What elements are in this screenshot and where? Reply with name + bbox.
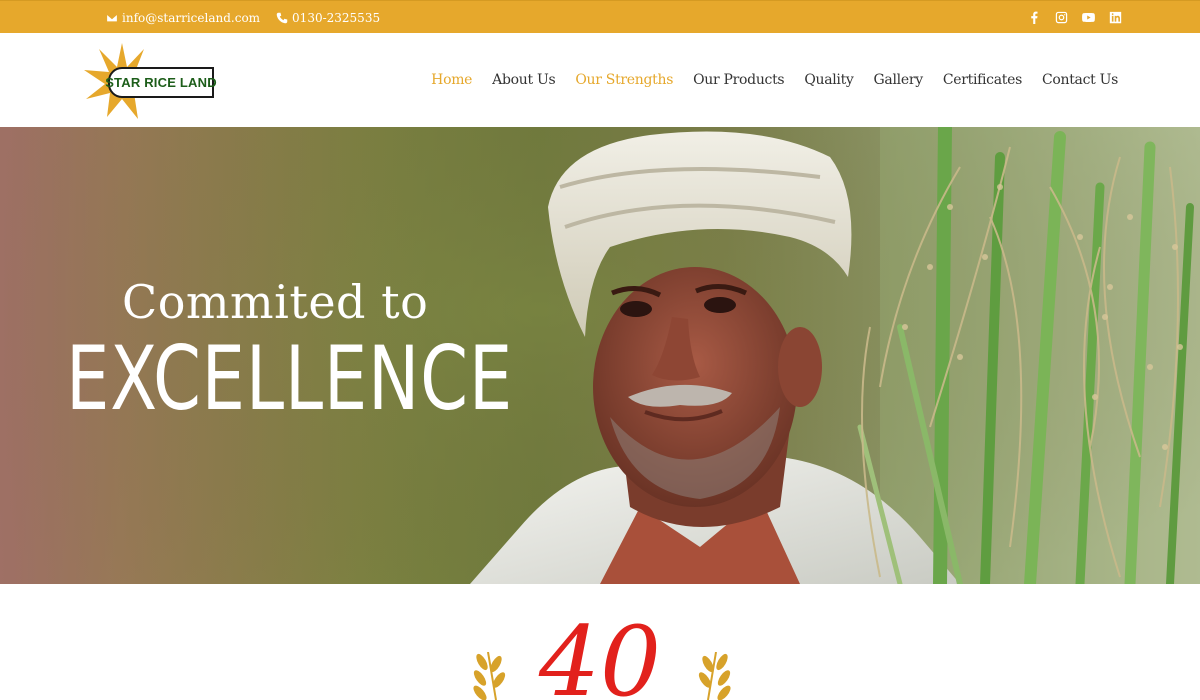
social-links: [1028, 1, 1122, 34]
wheat-laurel-icon: [473, 652, 506, 700]
nav-home[interactable]: Home: [431, 72, 472, 88]
email-text: info@starriceland.com: [122, 10, 261, 25]
linkedin-link[interactable]: [1109, 11, 1122, 24]
years-section: 40: [0, 584, 1200, 700]
contact-info: info@starriceland.com 0130-2325535: [106, 1, 380, 34]
nav-certificates[interactable]: Certificates: [943, 72, 1022, 88]
facebook-icon: [1031, 11, 1038, 24]
nav-our-products[interactable]: Our Products: [693, 72, 785, 88]
instagram-link[interactable]: [1055, 11, 1068, 24]
phone-icon: [276, 12, 288, 23]
hero-heading-line-2: EXCELLENCE: [66, 327, 513, 430]
email-link[interactable]: info@starriceland.com: [106, 11, 260, 25]
nav-about-us[interactable]: About Us: [492, 72, 555, 88]
site-header: STAR RICE LAND Home About Us Our Strengt…: [0, 33, 1200, 127]
phone-text: 0130-2325535: [292, 10, 381, 25]
youtube-link[interactable]: [1082, 11, 1095, 24]
hero-heading-line-1: Commited to: [122, 275, 429, 329]
nav-our-strengths[interactable]: Our Strengths: [575, 72, 673, 88]
main-nav: Home About Us Our Strengths Our Products…: [431, 33, 1118, 127]
wheat-laurel-icon: [698, 652, 731, 700]
hero-banner: Commited to EXCELLENCE: [0, 127, 1200, 584]
linkedin-icon: [1109, 11, 1122, 24]
envelope-icon: [106, 13, 118, 22]
instagram-icon: [1055, 11, 1068, 24]
logo-text: STAR RICE LAND: [105, 75, 217, 90]
youtube-icon: [1082, 13, 1095, 22]
phone-link[interactable]: 0130-2325535: [276, 11, 380, 25]
facebook-link[interactable]: [1028, 11, 1041, 24]
nav-quality[interactable]: Quality: [804, 72, 854, 88]
logo-badge: STAR RICE LAND: [105, 67, 217, 98]
site-logo[interactable]: STAR RICE LAND: [84, 43, 217, 119]
nav-gallery[interactable]: Gallery: [874, 72, 924, 88]
nav-contact-us[interactable]: Contact Us: [1042, 72, 1118, 88]
top-bar: info@starriceland.com 0130-2325535: [0, 0, 1200, 33]
years-count: 40: [538, 606, 662, 700]
